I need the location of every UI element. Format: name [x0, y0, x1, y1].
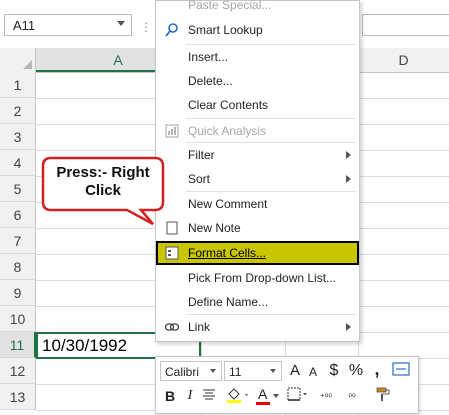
menu-item-sort[interactable]: Sort	[156, 167, 359, 191]
menu-label: New Note	[188, 221, 241, 235]
context-menu: Paste Special... Smart Lookup Insert... …	[155, 0, 360, 342]
row-header[interactable]: 4	[0, 150, 36, 176]
menu-label: New Comment	[188, 197, 268, 211]
format-painter-button[interactable]	[372, 386, 394, 406]
menu-label: Sort	[188, 172, 211, 186]
menu-label: Filter	[188, 148, 215, 162]
row-header[interactable]: 3	[0, 124, 36, 150]
callout-bubble: Press:- Right Click	[41, 156, 165, 226]
chevron-right-icon	[346, 151, 351, 159]
menu-label: Insert...	[188, 50, 229, 64]
chevron-down-icon	[270, 369, 276, 373]
increase-decimal-button[interactable]: ⁺⁰⁰	[314, 387, 338, 407]
menu-item-paste-special[interactable]: Paste Special...	[156, 0, 359, 17]
row-header[interactable]: 7	[0, 228, 36, 254]
decrease-font-button[interactable]: A	[305, 362, 321, 382]
cell-value: 10/30/1992	[42, 336, 128, 355]
menu-item-delete[interactable]: Delete...	[156, 69, 359, 93]
fill-color-button[interactable]	[224, 386, 252, 406]
font-color-swatch	[256, 402, 270, 405]
menu-item-quick-analysis[interactable]: Quick Analysis	[156, 119, 359, 143]
menu-item-new-comment[interactable]: New Comment	[156, 192, 359, 216]
merge-center-button[interactable]	[390, 361, 412, 381]
formula-input[interactable]	[362, 14, 449, 36]
bold-button[interactable]: B	[162, 386, 178, 406]
borders-icon	[287, 387, 307, 401]
menu-label: Define Name...	[188, 295, 269, 309]
font-size-value: 11	[229, 365, 242, 379]
chevron-down-icon	[273, 394, 279, 398]
quick-analysis-icon	[165, 124, 179, 138]
row-header[interactable]: 2	[0, 98, 36, 124]
decrease-decimal-button[interactable]: ⁰⁰	[340, 387, 364, 407]
borders-button[interactable]	[286, 386, 310, 406]
chevron-down-icon[interactable]	[117, 21, 125, 26]
italic-button[interactable]: I	[182, 386, 198, 406]
menu-label: Format Cells...	[188, 246, 267, 260]
callout-text: Press:- Right Click	[41, 164, 165, 200]
menu-label: Smart Lookup	[188, 23, 263, 37]
font-color-button[interactable]: A	[254, 386, 282, 406]
menu-label: Link	[188, 320, 211, 334]
menu-item-new-note[interactable]: New Note	[156, 216, 359, 240]
callout-line-2: Click	[85, 182, 121, 199]
currency-button[interactable]: $	[324, 361, 344, 381]
row-header[interactable]: 9	[0, 280, 36, 306]
align-center-icon	[203, 389, 215, 400]
font-color-letter: A	[258, 386, 268, 402]
menu-item-filter[interactable]: Filter	[156, 143, 359, 167]
column-header-d[interactable]: D	[358, 48, 449, 72]
row-header[interactable]: 8	[0, 254, 36, 280]
comma-style-button[interactable]: ,	[368, 359, 386, 379]
format-painter-icon	[376, 387, 390, 401]
row-header[interactable]: 5	[0, 176, 36, 202]
more-dots-icon: ⋮	[140, 20, 153, 34]
chevron-down-icon	[210, 369, 216, 373]
menu-label: Delete...	[188, 74, 233, 88]
chevron-right-icon	[346, 175, 351, 183]
menu-item-insert[interactable]: Insert...	[156, 45, 359, 69]
note-icon	[166, 221, 178, 235]
font-size-dropdown[interactable]: 11	[224, 361, 282, 381]
select-all-icon	[23, 60, 32, 69]
row-header-selected[interactable]: 11	[0, 332, 36, 358]
menu-item-smart-lookup[interactable]: Smart Lookup	[156, 18, 359, 42]
link-icon	[164, 323, 180, 331]
mini-toolbar: Calibri 11 A A $ % , B I A ⁺⁰⁰ ⁰⁰	[155, 356, 419, 414]
format-cells-icon	[165, 246, 179, 260]
font-name-dropdown[interactable]: Calibri	[160, 361, 222, 381]
menu-item-define-name[interactable]: Define Name...	[156, 290, 359, 314]
menu-item-clear-contents[interactable]: Clear Contents	[156, 93, 359, 117]
select-all-corner[interactable]	[0, 48, 36, 72]
menu-item-format-cells[interactable]: Format Cells...	[156, 241, 359, 265]
menu-label: Paste Special...	[188, 0, 272, 12]
row-header[interactable]: 12	[0, 358, 36, 384]
percent-button[interactable]: %	[346, 361, 366, 381]
row-header[interactable]: 10	[0, 306, 36, 332]
menu-item-link[interactable]: Link	[156, 315, 359, 339]
merge-icon	[392, 362, 410, 376]
callout-line-1: Press:- Right	[56, 164, 150, 181]
font-name-value: Calibri	[165, 365, 200, 379]
row-header[interactable]: 6	[0, 202, 36, 228]
menu-label: Quick Analysis	[188, 124, 267, 138]
search-icon	[165, 23, 178, 37]
menu-item-pick-dropdown[interactable]: Pick From Drop-down List...	[156, 266, 359, 290]
align-center-button[interactable]	[200, 386, 218, 406]
row-header[interactable]: 1	[0, 72, 36, 98]
name-box-value: A11	[13, 18, 36, 33]
name-box[interactable]: A11	[4, 14, 132, 36]
chevron-right-icon	[346, 323, 351, 331]
increase-font-button[interactable]: A	[286, 361, 304, 381]
paint-bucket-icon	[227, 388, 248, 403]
menu-label: Pick From Drop-down List...	[188, 271, 337, 285]
row-header[interactable]: 13	[0, 384, 36, 410]
menu-label: Clear Contents	[188, 98, 269, 112]
